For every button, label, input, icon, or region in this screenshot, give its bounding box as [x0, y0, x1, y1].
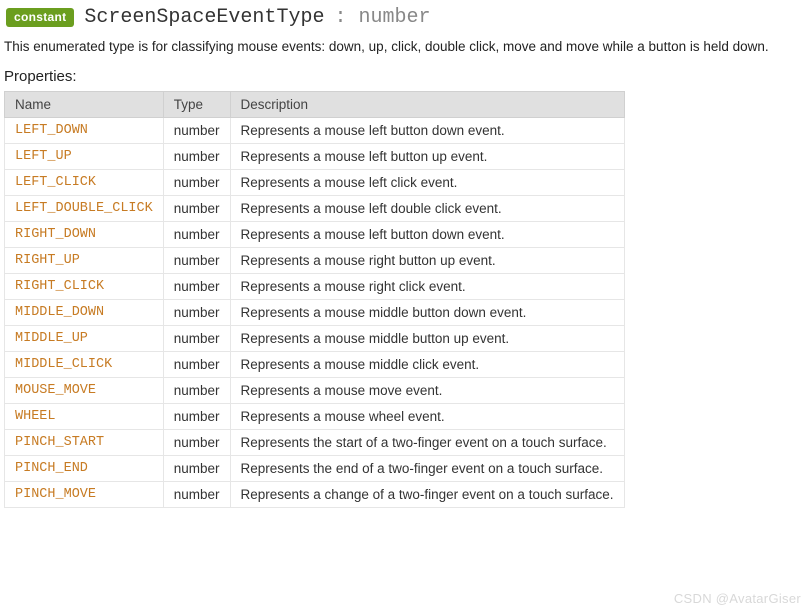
- prop-desc-cell: Represents a mouse left button down even…: [230, 222, 624, 248]
- table-row: RIGHT_DOWN numberRepresents a mouse left …: [5, 222, 625, 248]
- prop-name-cell: RIGHT_CLICK: [5, 274, 164, 300]
- summary-text: This enumerated type is for classifying …: [2, 35, 807, 56]
- prop-name-link[interactable]: MIDDLE_UP: [15, 331, 88, 346]
- properties-table-head: Name Type Description: [5, 92, 625, 118]
- table-row: LEFT_CLICK numberRepresents a mouse left …: [5, 170, 625, 196]
- prop-name-cell: LEFT_DOWN: [5, 118, 164, 144]
- prop-type-cell: number: [163, 378, 230, 404]
- prop-type-cell: number: [163, 482, 230, 508]
- prop-name-link[interactable]: LEFT_CLICK: [15, 175, 96, 190]
- properties-table: Name Type Description LEFT_DOWNnumberRep…: [4, 91, 625, 508]
- prop-name-link[interactable]: RIGHT_UP: [15, 253, 80, 268]
- table-row: LEFT_DOWN numberRepresents a mouse left b…: [5, 118, 625, 144]
- prop-desc-cell: Represents a mouse left button up event.: [230, 144, 624, 170]
- prop-name-link[interactable]: LEFT_DOWN: [15, 123, 88, 138]
- prop-name-link[interactable]: WHEEL: [15, 409, 56, 424]
- prop-name-cell: MIDDLE_UP: [5, 326, 164, 352]
- table-row: RIGHT_UP numberRepresents a mouse right b…: [5, 248, 625, 274]
- prop-name-link[interactable]: PINCH_END: [15, 461, 88, 476]
- prop-desc-cell: Represents a change of a two-finger even…: [230, 482, 624, 508]
- prop-name-link[interactable]: PINCH_MOVE: [15, 487, 96, 502]
- prop-type-cell: number: [163, 326, 230, 352]
- prop-name-cell: PINCH_START: [5, 430, 164, 456]
- prop-name-cell: PINCH_MOVE: [5, 482, 164, 508]
- prop-name-cell: MOUSE_MOVE: [5, 378, 164, 404]
- prop-type-cell: number: [163, 430, 230, 456]
- col-type: Type: [163, 92, 230, 118]
- header-row: constant ScreenSpaceEventType : number: [2, 4, 807, 35]
- prop-type-cell: number: [163, 248, 230, 274]
- table-row: MIDDLE_CLICK numberRepresents a mouse mid…: [5, 352, 625, 378]
- type-name: ScreenSpaceEventType: [84, 6, 324, 29]
- prop-type-cell: number: [163, 144, 230, 170]
- prop-name-cell: MIDDLE_CLICK: [5, 352, 164, 378]
- prop-name-cell: PINCH_END: [5, 456, 164, 482]
- table-row: PINCH_MOVE numberRepresents a change of a…: [5, 482, 625, 508]
- prop-desc-cell: Represents a mouse left double click eve…: [230, 196, 624, 222]
- prop-desc-cell: Represents a mouse middle click event.: [230, 352, 624, 378]
- api-doc-page: constant ScreenSpaceEventType : number T…: [0, 0, 809, 612]
- table-row: MIDDLE_UP numberRepresents a mouse middle…: [5, 326, 625, 352]
- table-row: LEFT_UP numberRepresents a mouse left but…: [5, 144, 625, 170]
- prop-desc-cell: Represents a mouse middle button up even…: [230, 326, 624, 352]
- watermark: CSDN @AvatarGiser: [674, 591, 801, 606]
- prop-name-link[interactable]: RIGHT_CLICK: [15, 279, 104, 294]
- prop-desc-cell: Represents a mouse left click event.: [230, 170, 624, 196]
- prop-type-cell: number: [163, 456, 230, 482]
- prop-name-link[interactable]: MOUSE_MOVE: [15, 383, 96, 398]
- table-row: RIGHT_CLICK numberRepresents a mouse righ…: [5, 274, 625, 300]
- prop-desc-cell: Represents a mouse right click event.: [230, 274, 624, 300]
- constant-badge: constant: [6, 8, 74, 27]
- prop-name-link[interactable]: RIGHT_DOWN: [15, 227, 96, 242]
- prop-desc-cell: Represents a mouse wheel event.: [230, 404, 624, 430]
- type-signature: : number: [334, 6, 430, 29]
- prop-type-cell: number: [163, 170, 230, 196]
- prop-name-cell: MIDDLE_DOWN: [5, 300, 164, 326]
- prop-name-cell: LEFT_DOUBLE_CLICK: [5, 196, 164, 222]
- prop-type-cell: number: [163, 404, 230, 430]
- table-row: PINCH_END numberRepresents the end of a t…: [5, 456, 625, 482]
- prop-name-cell: RIGHT_DOWN: [5, 222, 164, 248]
- prop-desc-cell: Represents a mouse left button down even…: [230, 118, 624, 144]
- prop-desc-cell: Represents a mouse right button up event…: [230, 248, 624, 274]
- prop-name-link[interactable]: MIDDLE_CLICK: [15, 357, 112, 372]
- prop-name-link[interactable]: PINCH_START: [15, 435, 104, 450]
- table-row: LEFT_DOUBLE_CLICK numberRepresents a mous…: [5, 196, 625, 222]
- prop-name-cell: LEFT_CLICK: [5, 170, 164, 196]
- prop-name-link[interactable]: LEFT_UP: [15, 149, 72, 164]
- prop-desc-cell: Represents the start of a two-finger eve…: [230, 430, 624, 456]
- properties-table-body: LEFT_DOWNnumberRepresents a mouse left b…: [5, 118, 625, 508]
- prop-type-cell: number: [163, 300, 230, 326]
- prop-name-link[interactable]: MIDDLE_DOWN: [15, 305, 104, 320]
- prop-desc-cell: Represents the end of a two-finger event…: [230, 456, 624, 482]
- col-description: Description: [230, 92, 624, 118]
- prop-type-cell: number: [163, 196, 230, 222]
- prop-type-cell: number: [163, 352, 230, 378]
- prop-type-cell: number: [163, 118, 230, 144]
- prop-type-cell: number: [163, 222, 230, 248]
- prop-desc-cell: Represents a mouse move event.: [230, 378, 624, 404]
- prop-name-cell: WHEEL: [5, 404, 164, 430]
- table-row: MOUSE_MOVE numberRepresents a mouse move …: [5, 378, 625, 404]
- prop-desc-cell: Represents a mouse middle button down ev…: [230, 300, 624, 326]
- col-name: Name: [5, 92, 164, 118]
- prop-name-link[interactable]: LEFT_DOUBLE_CLICK: [15, 201, 153, 216]
- properties-heading: Properties:: [2, 56, 807, 85]
- table-row: PINCH_START numberRepresents the start of…: [5, 430, 625, 456]
- prop-name-cell: RIGHT_UP: [5, 248, 164, 274]
- prop-type-cell: number: [163, 274, 230, 300]
- prop-name-cell: LEFT_UP: [5, 144, 164, 170]
- table-row: WHEEL numberRepresents a mouse wheel even…: [5, 404, 625, 430]
- table-row: MIDDLE_DOWN numberRepresents a mouse midd…: [5, 300, 625, 326]
